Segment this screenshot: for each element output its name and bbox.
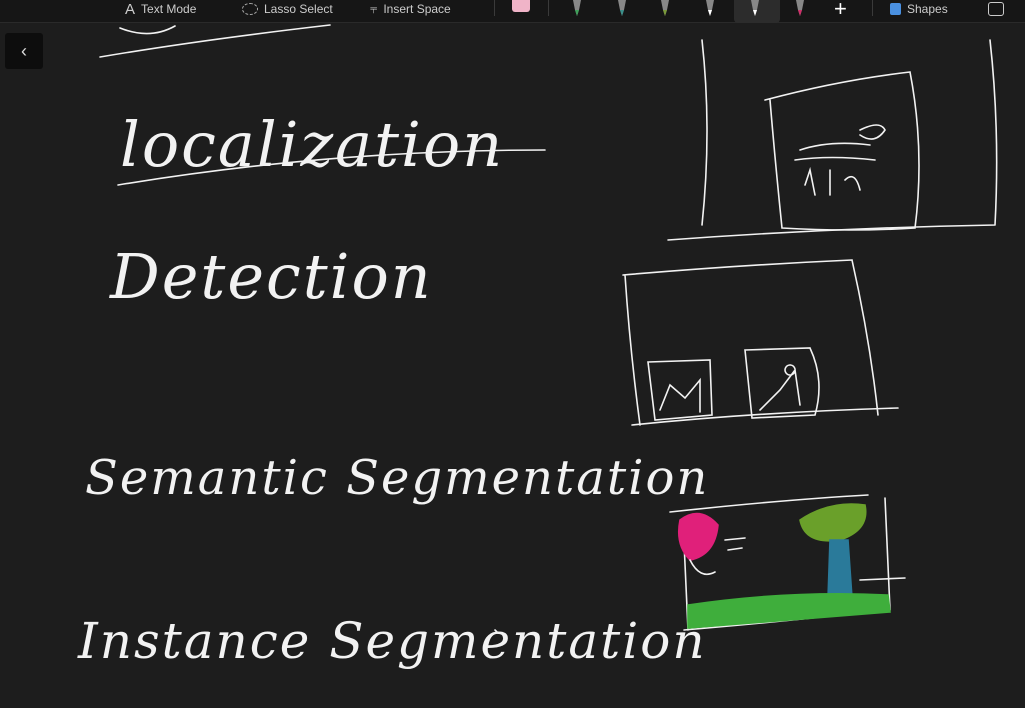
ink-stroke xyxy=(119,25,176,35)
pen-icon xyxy=(706,0,714,16)
pen-icon xyxy=(751,0,759,16)
pen-icon xyxy=(573,0,581,16)
picture-box-sketch xyxy=(764,71,920,231)
handwritten-localization: localization xyxy=(120,108,505,181)
frame-sketch xyxy=(667,39,998,241)
pen-tool-3[interactable] xyxy=(660,0,670,18)
grass-region-scribble xyxy=(687,592,891,629)
handwritten-detection: Detection xyxy=(110,240,433,313)
pen-tool-1[interactable] xyxy=(572,0,582,18)
ink-stroke xyxy=(99,24,331,58)
pen-tool-5[interactable] xyxy=(750,0,760,18)
handwritten-instance-segmentation: Instance Segmentation xyxy=(78,612,707,670)
figure-sketch xyxy=(659,364,801,413)
pen-tool-2[interactable] xyxy=(617,0,627,18)
handwritten-semantic-segmentation: Semantic Segmentation xyxy=(85,450,710,506)
pen-tool-4[interactable] xyxy=(705,0,715,18)
pen-icon xyxy=(661,0,669,16)
pink-region-scribble xyxy=(677,512,719,561)
tree-region-scribble xyxy=(799,503,867,542)
bounding-box-sketch xyxy=(647,347,820,421)
note-canvas[interactable] xyxy=(0,0,1025,708)
pen-tool-6[interactable] xyxy=(795,0,805,18)
pen-icon xyxy=(618,0,626,16)
ink-stroke xyxy=(689,537,906,581)
pen-icon xyxy=(796,0,804,16)
figure-sketch xyxy=(794,124,886,196)
trunk-region-scribble xyxy=(827,539,853,599)
